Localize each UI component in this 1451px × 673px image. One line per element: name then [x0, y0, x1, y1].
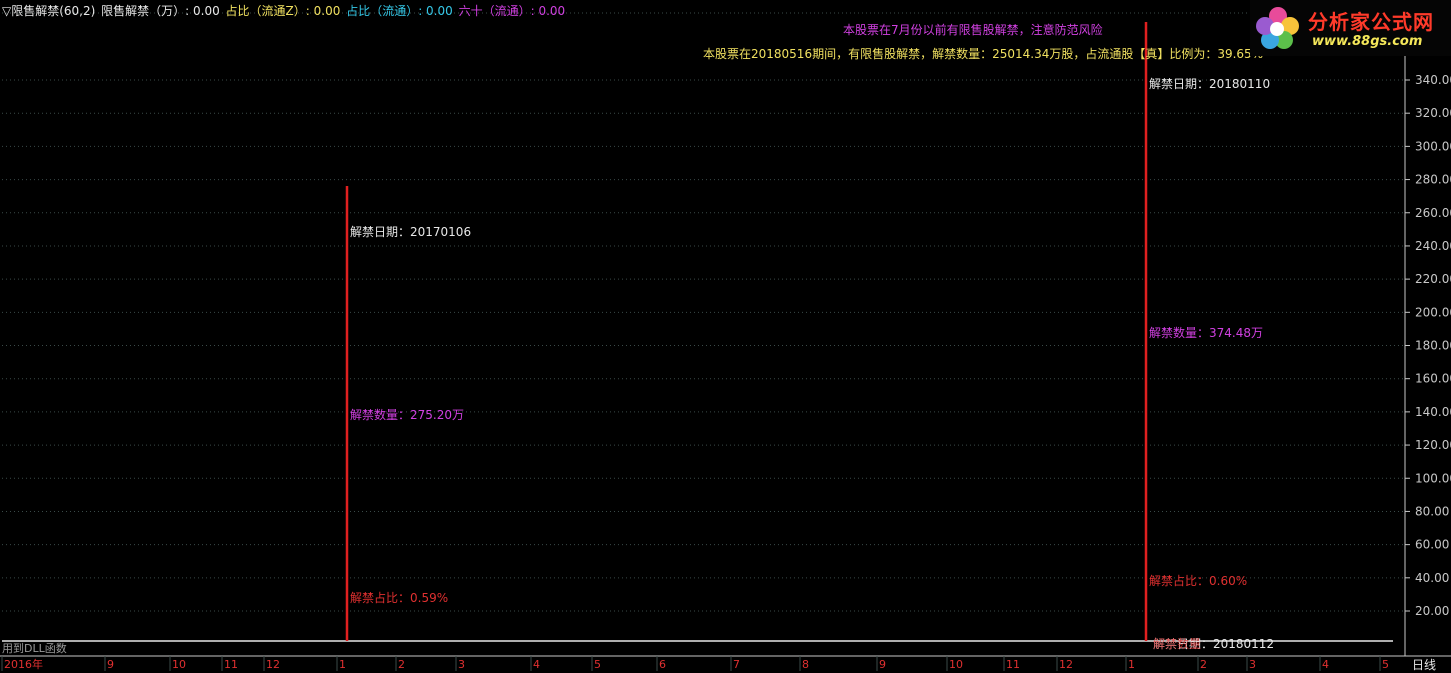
- release-chart[interactable]: 20.0040.0060.0080.00100.00120.00140.0016…: [0, 0, 1451, 671]
- release-detail-notice: 本股票在20180516期间，有限售股解禁，解禁数量：25014.34万股，占流…: [703, 47, 1264, 61]
- release-ratio-label: 解禁占比：0.59%: [350, 590, 448, 605]
- y-tick-label: 180.00: [1415, 339, 1451, 353]
- x-tick-label: 7: [733, 658, 740, 671]
- period-label[interactable]: 日线: [1412, 656, 1436, 673]
- price-axis: 20.00 40.00 60.00 80.00 100.00 120.00 140.00 16…: [1404, 0, 1451, 656]
- release-labels: 解禁日期：20170106 解禁数量：275.20万解禁占比：0.59% 解禁日期：…: [350, 77, 1274, 651]
- x-tick-label: 11: [1006, 658, 1020, 671]
- release-date-label: 解禁日期：20170106: [350, 225, 471, 239]
- release-date-label: 解禁日期：20180110: [1149, 77, 1270, 91]
- x-tick-label: 10: [172, 658, 186, 671]
- indicator-name[interactable]: ▽限售解禁(60,2): [2, 4, 95, 18]
- x-tick-label: 9: [107, 658, 114, 671]
- y-tick-label: 220.00: [1415, 272, 1451, 286]
- release-qty-label-overlap: 解禁数量: [1153, 636, 1201, 651]
- header-item-ratio-z: 占比（流通Z）: 0.00: [225, 4, 341, 18]
- y-tick-label: 160.00: [1415, 372, 1451, 386]
- header-item-ratio: 占比（流通）: 0.00: [346, 4, 453, 18]
- y-tick-label: 240.00: [1415, 239, 1451, 253]
- brand-logo: 分析家公式网 www.88gs.com: [1250, 0, 1451, 56]
- release-bars: [345, 22, 1148, 641]
- x-tick-label: 1: [1128, 658, 1135, 671]
- grid-lines: [2, 12, 1405, 612]
- indicator-header: ▽限售解禁(60,2) 限售解禁（万）: 0.00 占比（流通Z）: 0.00 …: [2, 4, 567, 18]
- x-tick-label: 11: [224, 658, 238, 671]
- y-tick-label: 300.00: [1415, 139, 1451, 153]
- x-tick-label: 2016年: [4, 657, 43, 671]
- x-tick-label: 1: [339, 658, 346, 671]
- x-tick-label: 5: [1382, 658, 1389, 671]
- release-ratio-label: 解禁占比：0.60%: [1149, 573, 1247, 588]
- risk-warning: 本股票在7月份以前有限售股解禁，注意防范风险: [843, 23, 1103, 37]
- y-tick-label: 200.00: [1415, 305, 1451, 319]
- x-tick-label: 3: [458, 658, 465, 671]
- x-tick-label: 6: [659, 658, 666, 671]
- header-item-amount: 限售解禁（万）: 0.00: [101, 4, 220, 18]
- x-tick-label: 2: [1200, 658, 1207, 671]
- y-tick-label: 60.00: [1415, 538, 1449, 552]
- dll-note: 用到DLL函数: [2, 642, 67, 655]
- y-tick-label: 320.00: [1415, 106, 1451, 120]
- logo-text: 分析家公式网: [1308, 10, 1434, 34]
- y-tick-label: 40.00: [1415, 571, 1449, 585]
- y-tick-label: 80.00: [1415, 504, 1449, 518]
- y-tick-label: 120.00: [1415, 438, 1451, 452]
- flower-logo-icon: [1256, 7, 1299, 49]
- y-tick-label: 140.00: [1415, 405, 1451, 419]
- x-tick-label: 8: [802, 658, 809, 671]
- y-tick-label: 100.00: [1415, 471, 1451, 485]
- release-qty-label: 解禁数量：275.20万: [350, 407, 464, 422]
- y-tick-label: 260.00: [1415, 206, 1451, 220]
- logo-url: www.88gs.com: [1312, 34, 1423, 49]
- x-tick-label: 2: [398, 658, 405, 671]
- x-tick-label: 9: [879, 658, 886, 671]
- x-tick-label: 4: [1322, 658, 1329, 671]
- y-tick-label: 20.00: [1415, 604, 1449, 618]
- x-tick-label: 12: [266, 658, 280, 671]
- y-tick-label: 280.00: [1415, 173, 1451, 187]
- x-tick-label: 5: [594, 658, 601, 671]
- header-item-sixty: 六十（流通）: 0.00: [458, 4, 566, 18]
- x-tick-label: 3: [1249, 658, 1256, 671]
- x-tick-label: 12: [1059, 658, 1073, 671]
- x-tick-label: 4: [533, 658, 540, 671]
- release-qty-label: 解禁数量：374.48万: [1149, 325, 1263, 340]
- x-tick-label: 10: [949, 658, 963, 671]
- y-tick-label: 340.00: [1415, 73, 1451, 87]
